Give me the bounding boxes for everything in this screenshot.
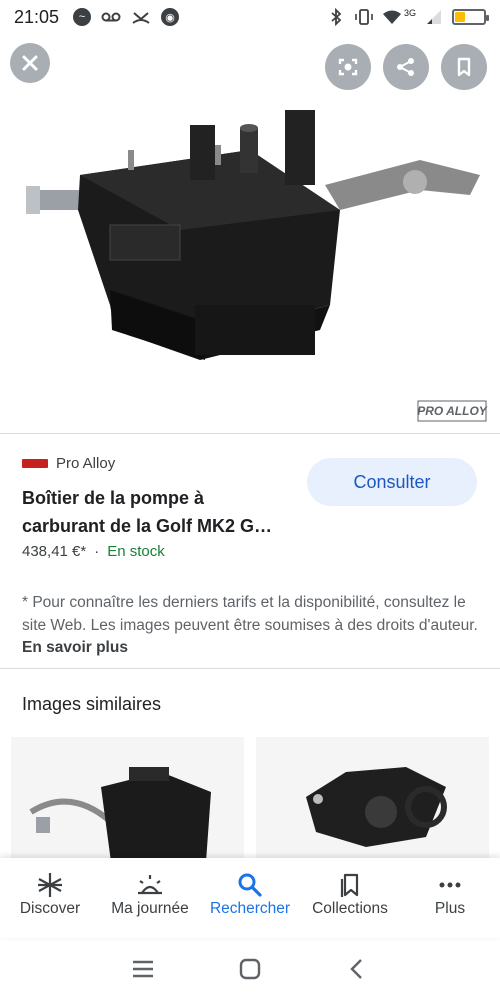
network-type: 3G <box>403 8 416 18</box>
nav-rechercher[interactable]: Rechercher <box>200 858 300 938</box>
status-time: 21:05 <box>14 6 60 27</box>
bookmark-icon <box>457 57 471 77</box>
recents-button[interactable] <box>128 954 158 984</box>
wifi-icon <box>382 7 402 27</box>
google-lens-icon <box>338 58 358 76</box>
signal-icon <box>424 7 444 27</box>
share-icon <box>397 58 414 76</box>
nav-label: Collections <box>312 900 388 917</box>
nav-label: Rechercher <box>209 900 291 917</box>
save-button[interactable] <box>441 44 487 90</box>
home-icon <box>239 958 261 980</box>
disclaimer: * Pour connaître les derniers tarifs et … <box>22 592 482 660</box>
similar-image-thumb[interactable] <box>11 737 244 862</box>
lens-button[interactable] <box>325 44 371 90</box>
consult-button[interactable]: Consulter <box>307 458 477 506</box>
share-button[interactable] <box>383 44 429 90</box>
chrome-icon: ◉ <box>161 8 180 26</box>
fuel-pump-housing-image: PRO ALLOY <box>0 90 500 430</box>
product-title[interactable]: Boîtier de la pompe à carburant de la Go… <box>22 484 292 540</box>
divider <box>0 668 500 669</box>
product-price: 438,41 €* <box>22 543 87 560</box>
voicemail-icon <box>101 7 121 27</box>
source-site[interactable]: Pro Alloy <box>22 455 115 472</box>
nav-collections[interactable]: Collections <box>300 858 400 938</box>
separator: · <box>94 543 100 560</box>
vibrate-icon <box>354 7 374 27</box>
nav-ma-journee[interactable]: Ma journée <box>100 858 200 938</box>
nav-label: Discover <box>19 900 81 917</box>
system-navigation <box>0 938 500 1000</box>
nav-plus[interactable]: Plus <box>400 858 500 938</box>
similar-image-1 <box>11 737 244 862</box>
bottom-navigation: Discover Ma journée Rechercher Collectio… <box>0 858 500 938</box>
status-bar: 21:05 ~ ◉ 3G <box>0 0 500 34</box>
nav-discover[interactable]: Discover <box>0 858 100 938</box>
sunrise-icon <box>135 870 165 900</box>
product-image[interactable]: PRO ALLOY <box>0 90 500 430</box>
bookmark-icon <box>337 870 363 900</box>
missed-call-icon <box>131 7 151 27</box>
back-icon <box>349 959 362 979</box>
stock-status: En stock <box>107 543 165 560</box>
similar-image-thumb[interactable] <box>256 737 489 862</box>
source-logo <box>22 459 48 468</box>
more-dots-icon <box>436 870 464 900</box>
price-line: 438,41 €* · En stock <box>22 543 165 560</box>
asterisk-icon <box>36 870 64 900</box>
home-button[interactable] <box>235 954 265 984</box>
source-name: Pro Alloy <box>56 455 116 472</box>
disclaimer-text: * Pour connaître les derniers tarifs et … <box>22 594 478 634</box>
back-button[interactable] <box>342 954 372 984</box>
nav-label: Ma journée <box>111 900 189 917</box>
search-icon <box>236 870 264 900</box>
messenger-icon: ~ <box>73 8 92 26</box>
nav-label: Plus <box>434 900 466 917</box>
close-icon <box>22 55 38 71</box>
bluetooth-icon <box>326 7 346 27</box>
learn-more-link[interactable]: En savoir plus <box>22 639 128 656</box>
battery-icon <box>452 9 489 25</box>
close-button[interactable] <box>10 43 50 83</box>
divider <box>0 433 500 434</box>
recents-icon <box>133 960 154 978</box>
watermark-logo: PRO ALLOY <box>417 404 488 418</box>
similar-images-heading: Images similaires <box>22 694 162 714</box>
similar-image-2 <box>256 737 489 862</box>
